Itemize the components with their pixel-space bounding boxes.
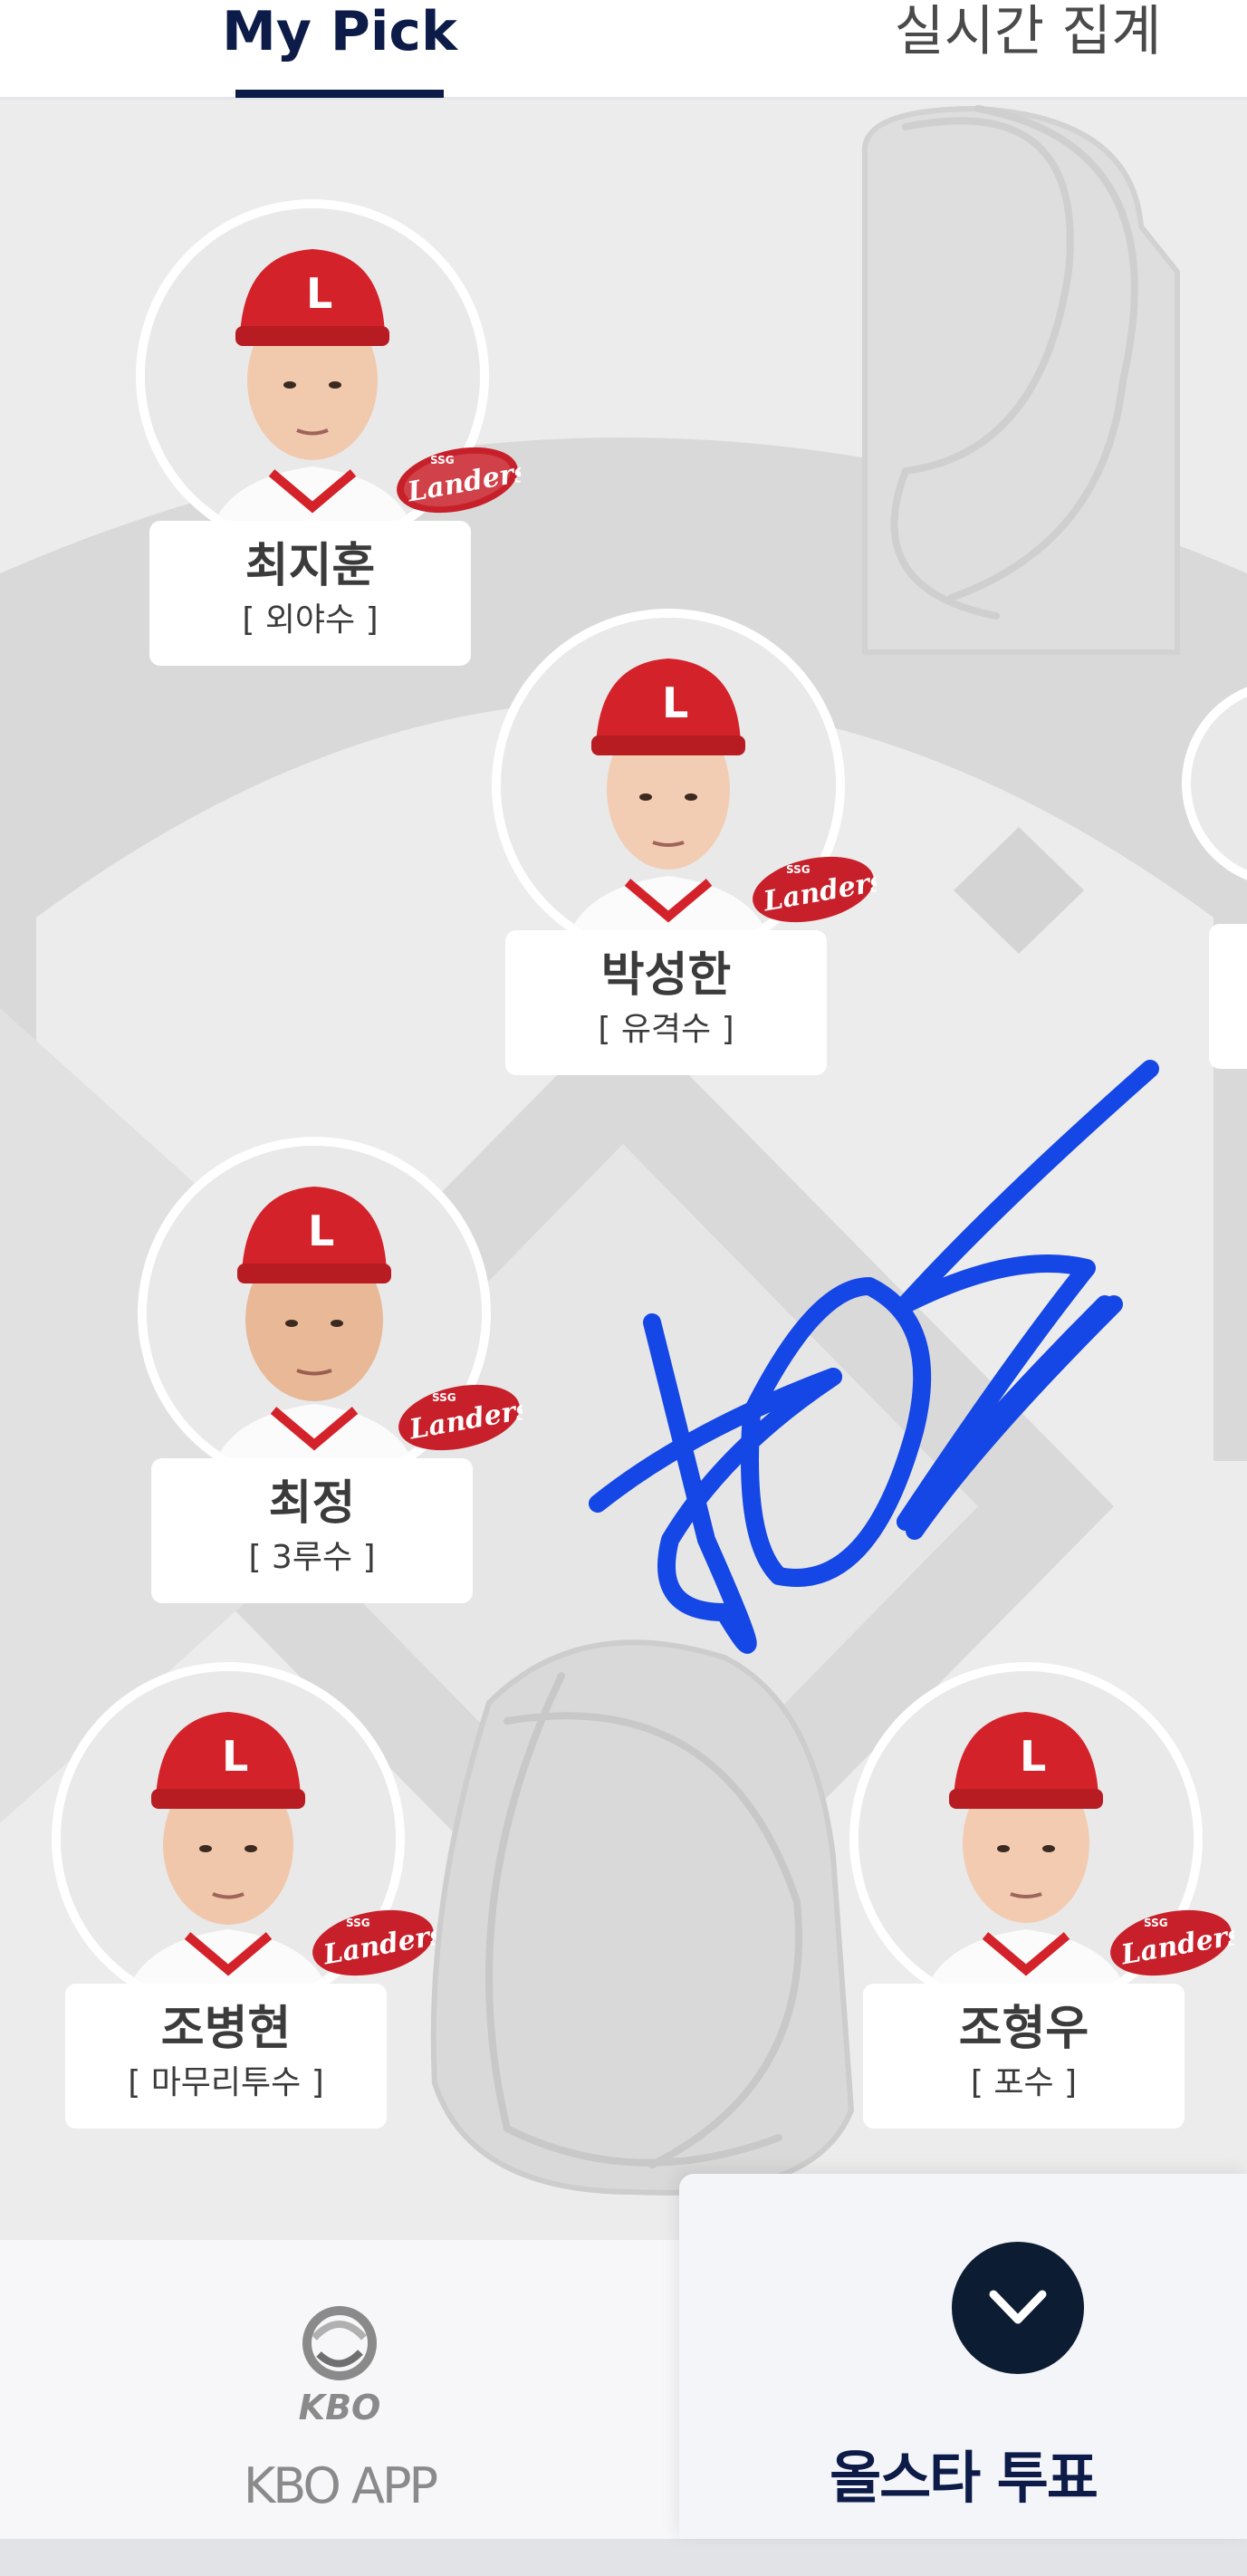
player-name: 조형우	[958, 2002, 1089, 2056]
player-label: 조형우 [ 포수 ]	[863, 1984, 1185, 2129]
landers-team-logo: SSG Landers	[398, 1384, 523, 1451]
player-position: [ 3루수 ]	[248, 1539, 376, 1576]
player-name: 조병현	[160, 2002, 292, 2056]
chevron-down-icon	[989, 2290, 1047, 2324]
svg-text:SSG: SSG	[786, 863, 811, 876]
player-label: 박성한 [ 유격수 ]	[505, 930, 827, 1075]
svg-text:SSG: SSG	[1144, 1917, 1168, 1929]
player-card-park-seonghan[interactable]: L SSG Landers 박성한 [ 유격수 ]	[492, 609, 877, 1080]
kbo-app-label: KBO APP	[243, 2457, 438, 2514]
landers-team-logo: SSG Landers	[397, 447, 521, 514]
allstar-vote-panel[interactable]: 올스타 투표	[679, 2174, 1247, 2539]
svg-text:SSG: SSG	[432, 1391, 456, 1404]
player-card-jo-byeonghyeon[interactable]: L SSG Landers 조병현 [ 마무리투수 ]	[52, 1662, 436, 2133]
svg-text:L: L	[1020, 1732, 1046, 1781]
tab-live-tally-label: 실시간 집계	[894, 0, 1162, 63]
player-card-choi-jihoon[interactable]: L SSG Landers 최지훈 [ 외야수 ]	[136, 199, 521, 670]
player-position: [ 포수 ]	[970, 2064, 1078, 2101]
tab-live-tally[interactable]: 실시간 집계	[851, 0, 1204, 100]
svg-text:SSG: SSG	[430, 454, 455, 466]
tab-my-pick-label: My Pick	[222, 0, 457, 63]
player-name: 최정	[268, 1476, 356, 1531]
bottom-strip	[0, 2539, 1247, 2576]
tab-bar: My Pick 실시간 집계	[0, 0, 1247, 100]
landers-team-logo: SSG Landers	[1110, 1909, 1234, 1976]
svg-text:SSG: SSG	[346, 1917, 370, 1929]
svg-text:L: L	[308, 1206, 334, 1255]
player-card-choi-jeong[interactable]: L SSG Landers 최정 [ 3루수 ]	[138, 1137, 523, 1608]
player-position: [ 외야수 ]	[242, 601, 379, 639]
player-name: 최지훈	[245, 539, 376, 593]
kbo-app-button[interactable]: KBO KBO APP	[0, 2240, 679, 2539]
player-label: 최정 [ 3루수 ]	[151, 1458, 473, 1603]
kbo-logo-icon: KBO	[299, 2306, 381, 2427]
player-position: [ 마무리투수 ]	[128, 2064, 324, 2101]
landers-team-logo: SSG Landers	[753, 856, 877, 923]
svg-text:L: L	[306, 269, 332, 318]
player-name: 박성한	[600, 948, 732, 1003]
tab-my-pick[interactable]: My Pick	[208, 0, 471, 100]
allstar-vote-label: 올스타 투표	[830, 2445, 1098, 2511]
player-position: [ 유격수 ]	[598, 1011, 734, 1048]
svg-text:KBO: KBO	[299, 2388, 381, 2427]
player-label: 최지훈 [ 외야수 ]	[149, 521, 471, 666]
svg-text:L: L	[222, 1732, 248, 1781]
landers-team-logo: SSG Landers	[312, 1909, 436, 1976]
player-card-jo-hyeongwoo[interactable]: L SSG Landers 조형우 [ 포수 ]	[849, 1662, 1234, 2133]
player-label: 조병현 [ 마무리투수 ]	[65, 1984, 387, 2129]
svg-text:L: L	[662, 678, 688, 727]
collapse-button[interactable]	[952, 2242, 1084, 2374]
